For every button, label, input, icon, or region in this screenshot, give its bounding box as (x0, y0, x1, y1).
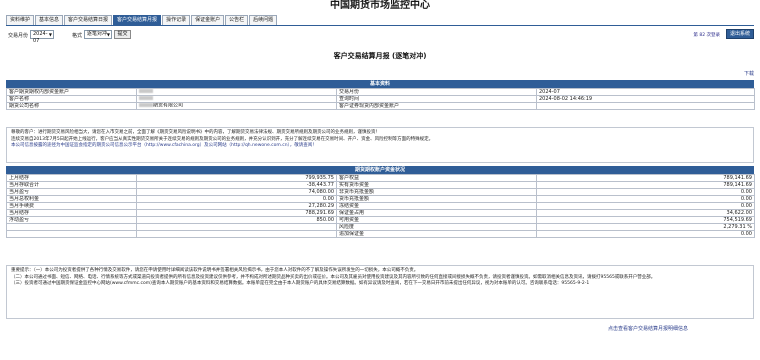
query-toolbar: 交易月份 2024-07 ▼ 格式 逐笔对冲 ▼ 提交 第 82 次登录 退出系… (6, 29, 754, 44)
risk-notice-line: 本公司信息披露的途径为中国证监会指定的期货公司信息公示平台（http://www… (11, 143, 317, 148)
table-cell: 追加保证金 (336, 230, 537, 238)
table-cell: 保证金占用 (336, 209, 537, 217)
table-cell: 2024-07 (536, 88, 755, 96)
fund-status-table: 上月结存 799,935.75 客户权益 789,141.69 当月存取合计 -38,44… (6, 174, 755, 238)
site-title: 中国期货市场监控中心 (330, 0, 430, 11)
table-cell (6, 223, 137, 231)
detail-link[interactable]: 点击查看客户交易结算月报明细信息 (608, 325, 688, 332)
table-cell: 当月存取合计 (6, 181, 137, 189)
table-cell: 0.00 (536, 202, 755, 210)
table-cell: 74,080.00 (136, 188, 337, 196)
table-row: 当月存取合计 -38,443.77 实有货币资金 789,141.69 (6, 181, 755, 189)
tab-1[interactable]: 基本信息 (35, 15, 64, 25)
table-cell: 浮动盈亏 (6, 216, 137, 224)
table-cell: 788,291.69 (136, 209, 337, 217)
table-cell: 客户权益 (336, 174, 537, 182)
table-cell (536, 102, 755, 110)
tab-5[interactable]: 保证金账户 (191, 15, 225, 25)
basic-info-header: 基本资料 (6, 80, 754, 88)
redacted-value (139, 96, 153, 101)
table-cell: 非货币充抵金额 (336, 188, 537, 196)
table-row: 当月结存 788,291.69 保证金占用 34,622.00 (6, 209, 755, 217)
redacted-value (139, 89, 153, 94)
table-cell: 0.00 (136, 195, 337, 203)
basic-info-table: 客户期货期权内部资金账户 交易月份 2024-07 客户名称 查询时间 2024-08-0… (6, 88, 755, 110)
table-cell: 查询时间 (336, 95, 537, 103)
table-cell: 当月手续费 (6, 202, 137, 210)
table-row: 当月总权利金 0.00 货币充抵金额 0.00 (6, 195, 755, 203)
table-cell: -38,443.77 (136, 181, 337, 189)
fund-status-header: 期货期权账户资金状况 (6, 166, 754, 174)
important-notice-line: （三）投资者可通过中国期货保证金监控中心网站(www.cfmmc.com)查询本… (11, 281, 590, 286)
table-row: 期货公司名称 期货有限公司 客户证券现货内部资金账户 (6, 102, 755, 110)
logout-button[interactable]: 退出系统 (726, 29, 754, 39)
tab-2[interactable]: 客户交易结算日报 (64, 15, 113, 25)
table-cell: 799,935.75 (136, 174, 337, 182)
table-cell: 交易月份 (336, 88, 537, 96)
tab-7[interactable]: 后续问题 (249, 15, 278, 25)
table-cell: 客户名称 (6, 95, 137, 103)
table-row: 当月盈亏 74,080.00 非货币充抵金额 0.00 (6, 188, 755, 196)
redacted-value (139, 103, 153, 108)
login-count: 第 82 次登录 (693, 33, 720, 38)
table-cell: 货币充抵金额 (336, 195, 537, 203)
table-cell: 上月结存 (6, 174, 137, 182)
table-row: 追加保证金 0.00 (6, 230, 755, 238)
table-cell: 期货有限公司 (136, 102, 337, 110)
table-cell: 0.00 (536, 230, 755, 238)
table-row: 客户期货期权内部资金账户 交易月份 2024-07 (6, 88, 755, 96)
table-cell: 34,622.00 (536, 209, 755, 217)
tabs-underline (6, 25, 754, 26)
cell-text: 期货有限公司 (153, 102, 184, 109)
submit-button[interactable]: 提交 (114, 30, 131, 39)
format-select-value: 逐笔对冲 (87, 31, 108, 37)
table-cell: 789,141.69 (536, 181, 755, 189)
table-cell: 当月总权利金 (6, 195, 137, 203)
table-cell: 客户证券现货内部资金账户 (336, 102, 537, 110)
tab-0[interactable]: 资料维护 (6, 15, 35, 25)
table-cell: 850.00 (136, 216, 337, 224)
table-cell: 当月盈亏 (6, 188, 137, 196)
risk-notice: 尊敬的客户：进行期货交易风险相当大，请您在入市交易之前，全面了解《期货交易风险说… (6, 127, 754, 163)
tab-3[interactable]: 客户交易结算月报 (113, 15, 162, 25)
chevron-down-icon: ▼ (106, 32, 110, 37)
important-notice: 重要提示：（一）本公司为投资者提供了各种行情及交易软件，请您在申请使用时详细阅读… (6, 265, 754, 319)
main-nav-tabs: 资料维护 基本信息 客户交易结算日报 客户交易结算月报 操作记录 保证金账户 公告栏 后续问题 (6, 15, 278, 25)
month-select[interactable]: 2024-07 ▼ (30, 30, 54, 44)
table-cell: 可用资金 (336, 216, 537, 224)
table-cell: 期货公司名称 (6, 102, 137, 110)
table-row: 当月手续费 27,280.29 冻结资金 0.00 (6, 202, 755, 210)
table-row: 浮动盈亏 850.00 可用资金 754,519.69 (6, 216, 755, 224)
table-cell (136, 230, 337, 238)
download-link[interactable]: 下载 (744, 70, 754, 77)
format-select[interactable]: 逐笔对冲 ▼ (84, 30, 112, 39)
table-cell (136, 223, 337, 231)
table-cell: 789,141.69 (536, 174, 755, 182)
table-cell: 27,280.29 (136, 202, 337, 210)
report-title: 客户交易结算月报 (逐笔对冲) (333, 52, 427, 60)
table-cell: 冻结资金 (336, 202, 537, 210)
table-cell: 实有货币资金 (336, 181, 537, 189)
table-cell: 754,519.69 (536, 216, 755, 224)
table-row: 风险度 2,279.31 % (6, 223, 755, 231)
table-row: 客户名称 查询时间 2024-08-02 14:46:19 (6, 95, 755, 103)
table-cell: 2,279.31 % (536, 223, 755, 231)
table-cell: 0.00 (536, 188, 755, 196)
format-label: 格式 (72, 33, 83, 39)
table-cell: 0.00 (536, 195, 755, 203)
month-label: 交易月份 (8, 33, 29, 39)
table-cell (136, 88, 337, 96)
chevron-down-icon: ▼ (48, 32, 52, 37)
table-cell: 当月结存 (6, 209, 137, 217)
month-select-value: 2024-07 (33, 31, 48, 44)
table-cell (6, 230, 137, 238)
table-cell: 风险度 (336, 223, 537, 231)
tab-4[interactable]: 操作记录 (162, 15, 191, 25)
table-cell: 2024-08-02 14:46:19 (536, 95, 755, 103)
table-cell: 客户期货期权内部资金账户 (6, 88, 137, 96)
tab-6[interactable]: 公告栏 (225, 15, 249, 25)
table-row: 上月结存 799,935.75 客户权益 789,141.69 (6, 174, 755, 182)
table-cell (136, 95, 337, 103)
